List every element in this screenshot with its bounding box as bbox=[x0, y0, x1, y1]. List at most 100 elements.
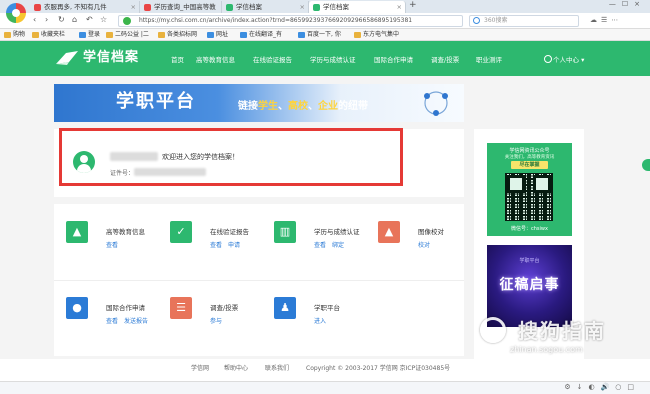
close-icon[interactable]: × bbox=[397, 1, 402, 13]
tab-label: 学信档案 bbox=[236, 3, 262, 11]
service-survey[interactable]: ☰ 调查/投票 参与 bbox=[158, 285, 260, 350]
url-text: https://my.chsi.com.cn/archive/index.act… bbox=[139, 17, 413, 24]
tab-label: 学历查询_中国高等教 bbox=[154, 3, 216, 11]
site-logo-icon[interactable] bbox=[54, 50, 80, 66]
reload-icon[interactable]: ↻ bbox=[58, 15, 65, 24]
service-links: 查看 发送报告 bbox=[106, 316, 154, 325]
service-title: 图像校对 bbox=[418, 228, 444, 236]
browser-tab-3[interactable]: 学信档案 × bbox=[222, 1, 309, 13]
call-for-papers-banner[interactable]: 学职平台 征稿启事 bbox=[487, 245, 572, 327]
service-link[interactable]: 发送报告 bbox=[124, 318, 148, 325]
bookmark-item[interactable]: 百度一下, 你 bbox=[298, 29, 341, 41]
close-icon[interactable]: × bbox=[300, 1, 305, 13]
service-links: 进入 bbox=[314, 316, 332, 325]
footer-link[interactable]: 帮助中心 bbox=[224, 359, 248, 379]
favicon-icon bbox=[226, 4, 233, 11]
service-link[interactable]: 查看 bbox=[314, 242, 326, 249]
sidebar-panel: 学信网资讯公众号 关注我们，高等教育资讯 尽在掌握 微信号：chsiwx 学职平… bbox=[474, 129, 584, 359]
service-career-platform[interactable]: ♟ 学职平台 进入 bbox=[262, 285, 364, 350]
nav-higher-education[interactable]: 高等教育信息 bbox=[196, 54, 235, 64]
nav-home[interactable]: 首页 bbox=[171, 54, 184, 64]
search-input[interactable]: 360搜索 bbox=[469, 15, 579, 27]
nav-certification[interactable]: 学历与成绩认证 bbox=[310, 54, 356, 64]
home-icon[interactable]: ⌂ bbox=[72, 15, 77, 24]
service-link[interactable]: 申请 bbox=[228, 242, 240, 249]
service-link[interactable]: 绑定 bbox=[332, 242, 344, 249]
service-title: 在线验证报告 bbox=[210, 228, 249, 236]
service-link[interactable]: 参与 bbox=[210, 318, 222, 325]
promo-title: 征稿启事 bbox=[499, 277, 560, 293]
browser-status-bar: ⚙↓◐🔊○□ bbox=[0, 381, 650, 394]
favicon-icon bbox=[144, 4, 151, 11]
tab-label: 学信档案 bbox=[323, 3, 349, 11]
slogan-enterprise: 企业 bbox=[318, 101, 338, 112]
service-title: 高等教育信息 bbox=[106, 228, 145, 236]
side-panel-handle[interactable] bbox=[642, 159, 650, 171]
bookmark-item[interactable]: 登录 bbox=[79, 29, 100, 41]
footer-copyright: Copyright © 2003-2017 学信网 京ICP证030485号 bbox=[306, 365, 451, 372]
bookmark-item[interactable]: 网址 bbox=[207, 29, 228, 41]
promo-banner[interactable]: 学职平台 链接学生、高校、企业的纽带 bbox=[54, 84, 464, 122]
footer-link[interactable]: 学信网 bbox=[191, 359, 209, 379]
undo-icon[interactable]: ↶ bbox=[86, 15, 93, 24]
person-tie-icon: ♟ bbox=[274, 297, 296, 319]
back-icon[interactable]: ‹ bbox=[33, 15, 36, 24]
browser-tab-1[interactable]: 衣服再多, 不知有几件 × bbox=[30, 1, 140, 13]
nav-international[interactable]: 国际合作申请 bbox=[374, 54, 413, 64]
globe-icon: ● bbox=[66, 297, 88, 319]
service-link[interactable]: 查看 bbox=[210, 242, 222, 249]
icon-glyph: ▲ bbox=[384, 225, 394, 238]
site-footer: 学信网 帮助中心 联系我们 Copyright © 2003-2017 学信网 … bbox=[0, 359, 650, 381]
status-icons[interactable]: ⚙↓◐🔊○□ bbox=[564, 383, 640, 391]
nav-career-test[interactable]: 职业测评 bbox=[476, 54, 502, 64]
service-link[interactable]: 查看 bbox=[106, 318, 118, 325]
slogan-separator: 、 bbox=[278, 101, 288, 112]
star-icon[interactable]: ☆ bbox=[100, 15, 107, 24]
service-online-verification[interactable]: ✓ 在线验证报告 查看 申请 bbox=[158, 209, 260, 274]
secure-lock-icon bbox=[123, 17, 131, 25]
browser-logo-icon[interactable] bbox=[6, 3, 26, 23]
icon-glyph: ♟ bbox=[280, 301, 290, 314]
bookmark-item[interactable]: 在线翻译_有 bbox=[240, 29, 282, 41]
service-title: 国际合作申请 bbox=[106, 304, 145, 312]
bookmark-item[interactable]: 购物 bbox=[4, 29, 25, 41]
browser-tab-active[interactable]: 学信档案 × bbox=[309, 1, 406, 13]
icon-glyph: ▥ bbox=[279, 225, 291, 238]
service-higher-education[interactable]: ▲ 高等教育信息 查看 bbox=[54, 209, 156, 274]
bookmark-item[interactable]: 收藏夹栏 bbox=[32, 29, 65, 41]
footer-link[interactable]: 联系我们 bbox=[265, 359, 289, 379]
network-graphic-icon bbox=[424, 91, 448, 116]
nav-online-verification[interactable]: 在线验证报告 bbox=[253, 54, 292, 64]
site-title[interactable]: 学信档案 bbox=[83, 50, 139, 66]
close-icon[interactable]: × bbox=[131, 1, 136, 13]
bookmarks-bar: 购物 收藏夹栏 登录 二码公益 |二 各类招标网 网址 在线翻译_有 百度一下,… bbox=[0, 29, 650, 41]
graduation-cap-icon: ▲ bbox=[66, 221, 88, 243]
window-controls[interactable]: —☐× bbox=[609, 0, 646, 8]
search-icon bbox=[473, 17, 480, 24]
bookmark-item[interactable]: 二码公益 |二 bbox=[106, 29, 149, 41]
service-link[interactable]: 进入 bbox=[314, 318, 326, 325]
tab-label: 衣服再多, 不知有几件 bbox=[44, 3, 107, 11]
bookmark-item[interactable]: 东方电气集中 bbox=[354, 29, 399, 41]
nav-survey[interactable]: 调查/投票 bbox=[431, 54, 459, 64]
service-certification[interactable]: ▥ 学历与成绩认证 查看 绑定 bbox=[262, 209, 364, 274]
qr-code-icon bbox=[505, 173, 553, 221]
service-image-check[interactable]: ▲ 图像校对 校对 bbox=[366, 209, 468, 274]
service-links: 查看 绑定 bbox=[314, 240, 350, 249]
qr-badge: 尽在掌握 bbox=[511, 161, 548, 169]
new-tab-button[interactable]: + bbox=[409, 0, 417, 10]
services-grid: ▲ 高等教育信息 查看 ✓ 在线验证报告 查看 申请 ▥ 学历与成绩认证 查看 绑定… bbox=[54, 204, 464, 356]
service-international[interactable]: ● 国际合作申请 查看 发送报告 bbox=[54, 285, 156, 350]
toolbar-icons[interactable]: ☁☰⋯ bbox=[590, 16, 622, 24]
forward-icon[interactable]: › bbox=[45, 15, 48, 24]
browser-tab-2[interactable]: 学历查询_中国高等教 bbox=[140, 1, 222, 13]
bookmark-item[interactable]: 各类招标网 bbox=[158, 29, 197, 41]
service-link[interactable]: 查看 bbox=[106, 242, 118, 249]
slogan-college: 高校 bbox=[288, 101, 308, 112]
search-placeholder: 360搜索 bbox=[484, 17, 508, 24]
slogan-prefix: 链接 bbox=[238, 101, 258, 112]
service-link[interactable]: 校对 bbox=[418, 242, 430, 249]
user-center-menu[interactable]: 个人中心 ▾ bbox=[544, 54, 584, 64]
url-input[interactable]: https://my.chsi.com.cn/archive/index.act… bbox=[118, 15, 463, 27]
wechat-qr-card: 学信网资讯公众号 关注我们，高等教育资讯 尽在掌握 微信号：chsiwx bbox=[487, 143, 572, 236]
